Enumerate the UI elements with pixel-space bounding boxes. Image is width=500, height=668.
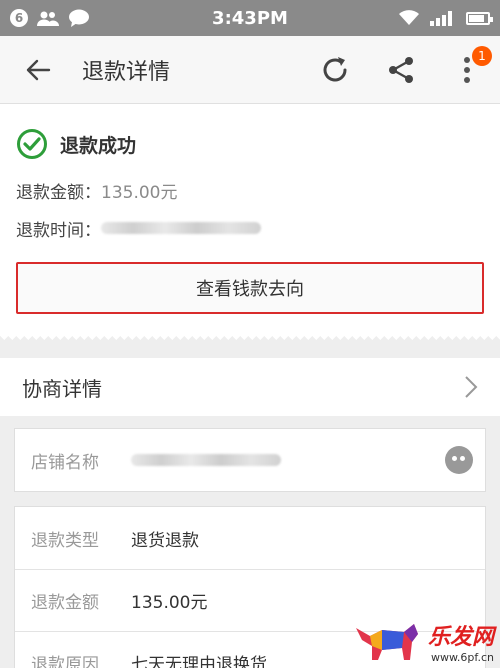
share-icon [389,56,413,83]
contacts-icon [37,11,59,26]
bull-logo-icon [355,624,418,660]
signal-icon [430,11,452,26]
shop-row[interactable]: 店铺名称 [15,429,485,491]
arrow-left-icon [26,59,51,80]
more-vertical-icon [464,56,470,83]
refund-amount-row: 退款金额： 135.00元 [16,178,484,203]
detail-value: 135.00元 [131,593,208,613]
refresh-button[interactable] [302,36,368,104]
view-money-flow-button[interactable]: 查看钱款去向 [16,262,484,314]
page-title: 退款详情 [82,59,171,85]
refund-amount-value: 135.00元 [101,182,178,203]
refund-status-title: 退款成功 [60,134,137,157]
watermark-url: www.6pf.cn [430,651,494,664]
check-circle-icon [17,129,47,159]
app-toolbar: 退款详情 1 [0,36,500,104]
site-watermark: 乐发网 www.6pf.cn [352,619,494,664]
notification-badge: 1 [472,45,492,66]
shop-avatar-icon[interactable] [445,446,473,474]
wifi-icon [399,10,419,25]
refund-time-label: 退款时间： [16,220,101,241]
status-bar: 6 3:43PM [0,0,500,36]
chevron-right-icon [465,376,478,398]
notification-count-icon: 6 [10,9,28,27]
detail-row: 退款类型 退货退款 [15,507,485,569]
negotiation-title: 协商详情 [22,376,102,401]
shop-label: 店铺名称 [31,452,99,473]
detail-label: 退款原因 [31,655,99,668]
more-menu-button[interactable]: 1 [434,36,500,104]
back-button[interactable] [0,36,76,104]
refund-time-blurred [101,222,261,234]
ticket-edge-divider [0,336,500,344]
shop-name-blurred [131,454,281,466]
refresh-icon [323,56,347,81]
detail-label: 退款金额 [31,593,99,613]
detail-value: 退货退款 [131,530,199,551]
shop-card: 店铺名称 [14,428,486,492]
battery-icon [466,11,493,25]
refund-time-row: 退款时间： [16,216,484,241]
share-button[interactable] [368,36,434,104]
message-icon [69,9,89,27]
refund-status-card: 退款成功 退款金额： 135.00元 退款时间： 查看钱款去向 [0,104,500,336]
detail-value: 七天无理由退换货 [131,655,267,668]
negotiation-details-row[interactable]: 协商详情 [0,358,500,416]
refund-amount-label: 退款金额： [16,182,101,203]
watermark-brand: 乐发网 [427,624,494,650]
detail-label: 退款类型 [31,530,99,551]
